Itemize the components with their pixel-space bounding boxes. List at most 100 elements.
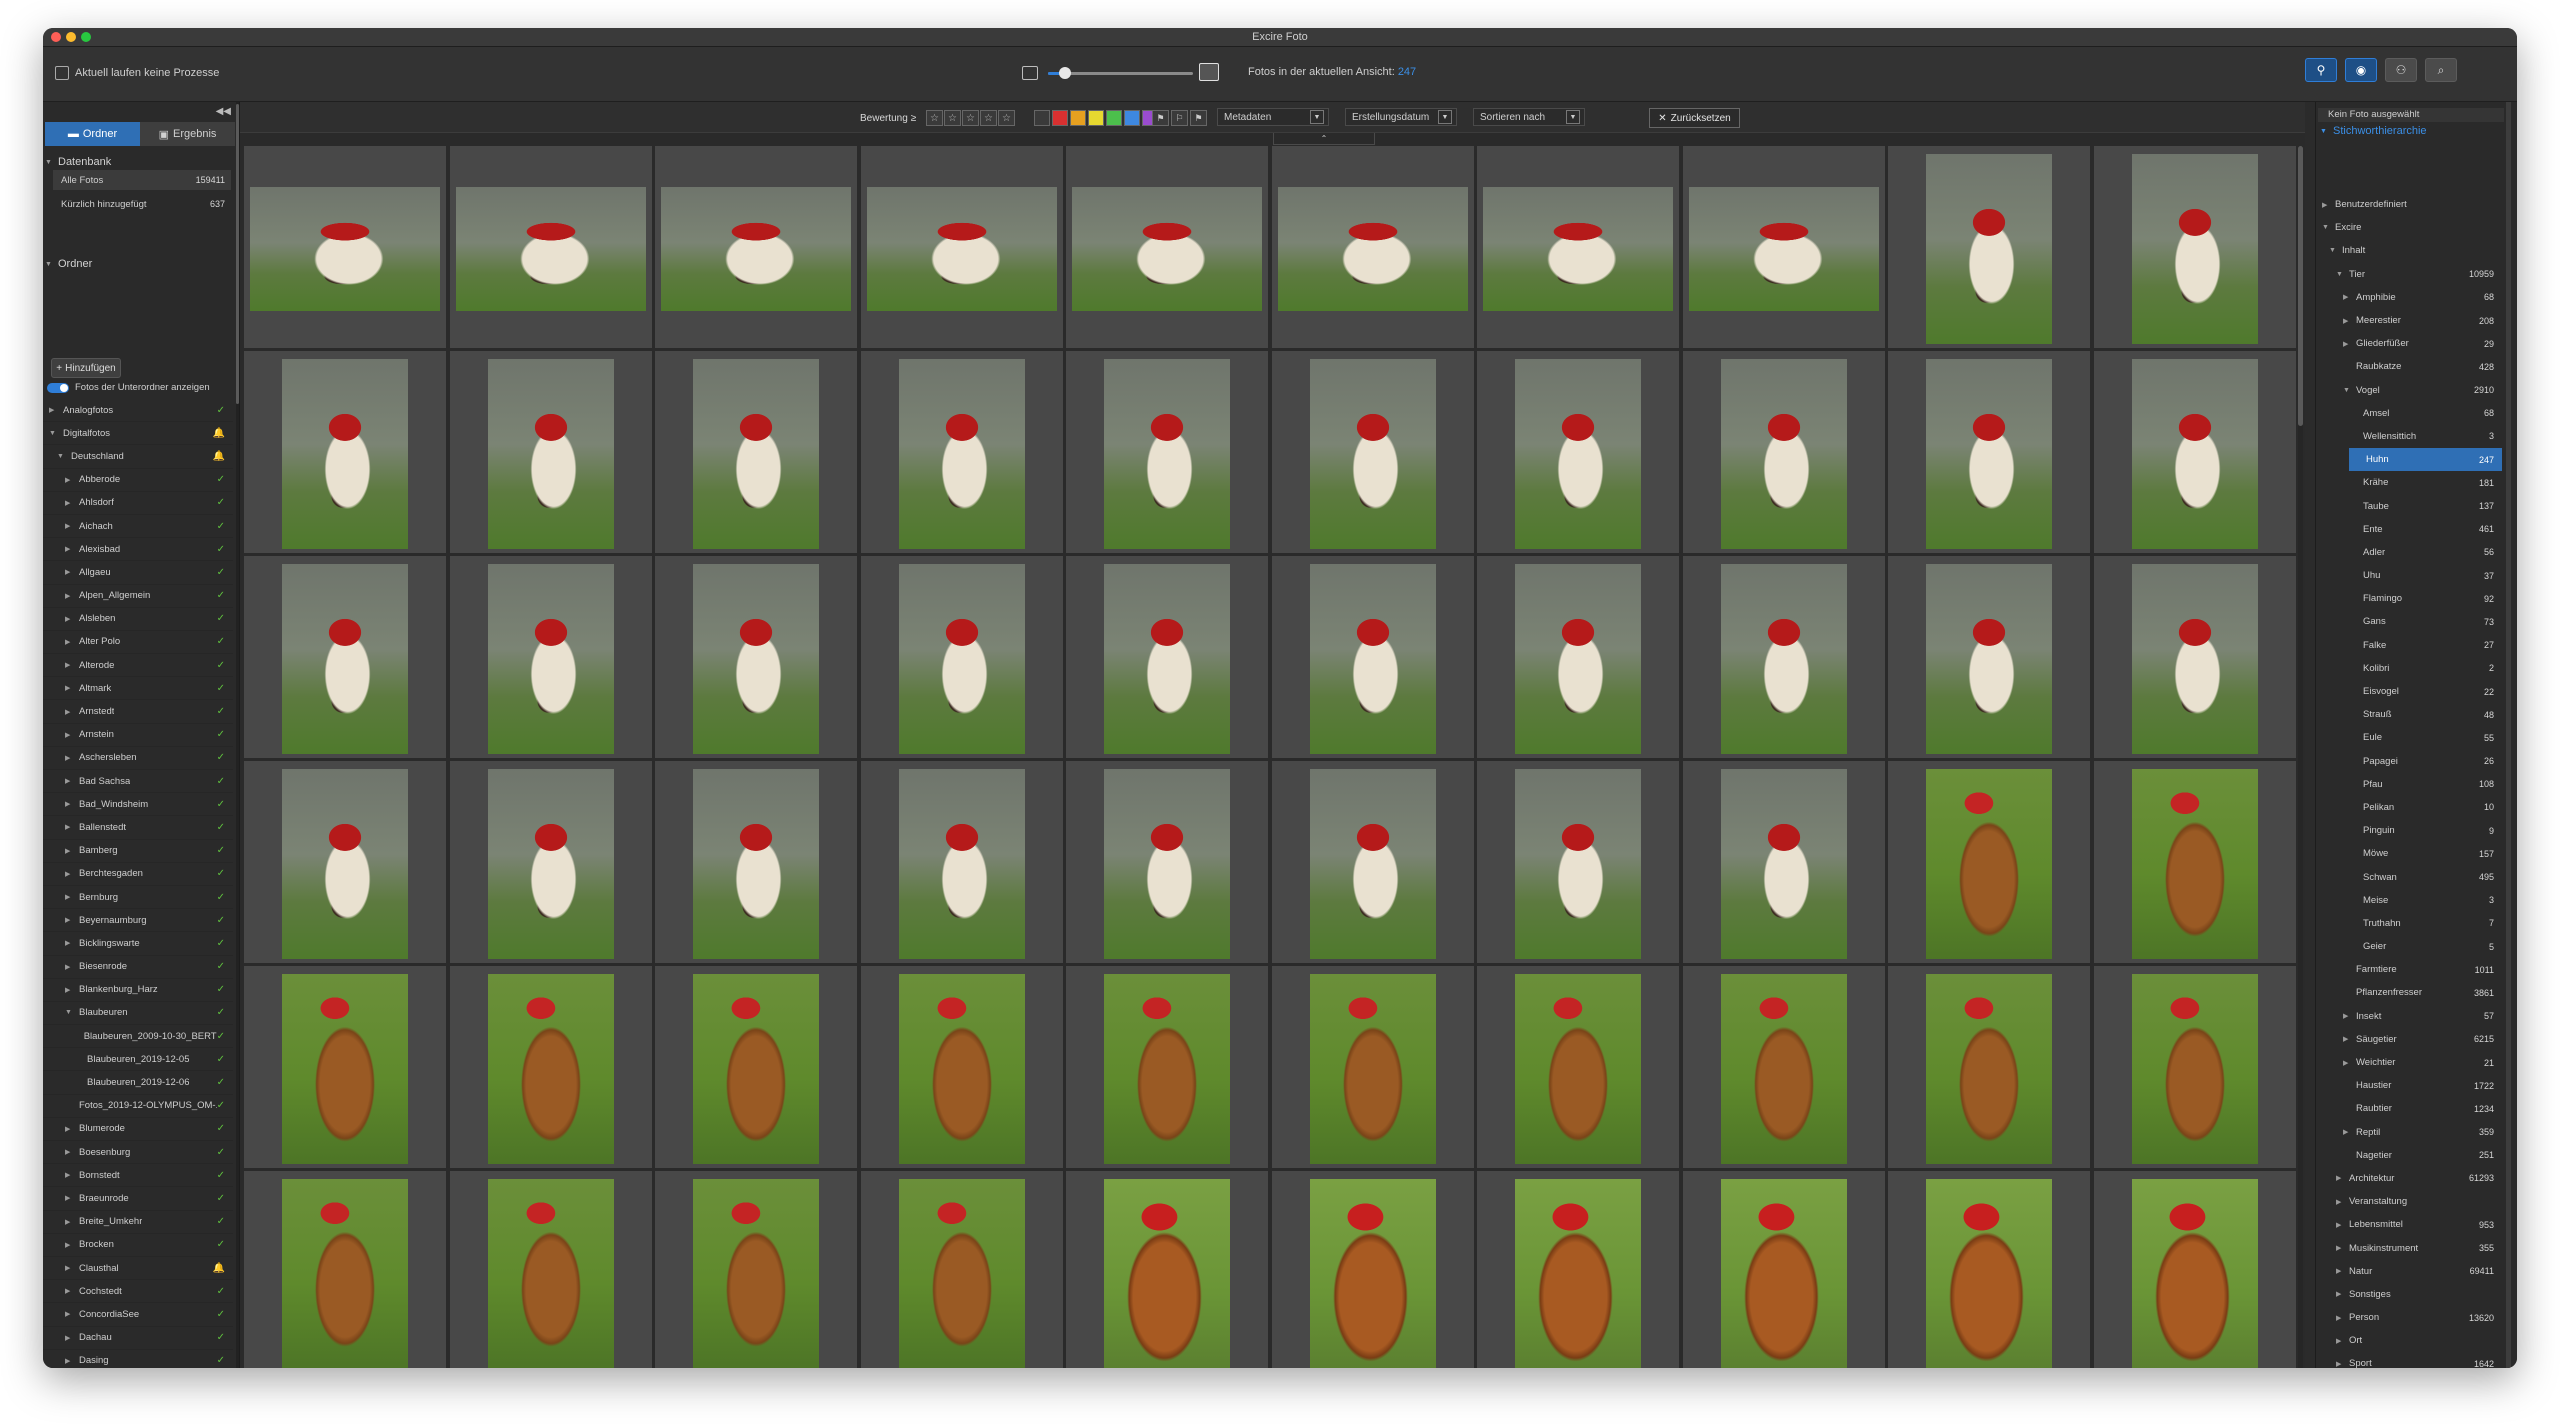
- folder-item[interactable]: ▶ Breite_Umkehr ✓: [43, 1211, 233, 1234]
- folder-item[interactable]: ▶ Berchtesgaden ✓: [43, 863, 233, 886]
- thumbnail-size-slider[interactable]: [1048, 67, 1193, 79]
- expand-triangle-icon[interactable]: ▶: [65, 893, 73, 901]
- expand-triangle-icon[interactable]: ▶: [65, 916, 73, 924]
- photo-thumbnail[interactable]: [1066, 146, 1268, 348]
- folder-item[interactable]: ▶ Ahlsdorf ✓: [43, 492, 233, 515]
- photo-thumbnail[interactable]: [244, 966, 446, 1168]
- keyword-item[interactable]: ▶ Gliederfüßer 29: [2316, 332, 2502, 355]
- photo-thumbnail[interactable]: [449, 146, 652, 348]
- photo-thumbnail[interactable]: [860, 556, 1063, 758]
- expand-triangle-icon[interactable]: ▶: [65, 731, 73, 739]
- expand-triangle-icon[interactable]: ▶: [65, 684, 73, 692]
- photo-thumbnail[interactable]: [1271, 556, 1474, 758]
- photo-thumbnail[interactable]: [655, 146, 857, 348]
- filter-collapse-handle[interactable]: ⌃: [1273, 133, 1375, 145]
- expand-triangle-icon[interactable]: ▶: [65, 800, 73, 808]
- folder-item[interactable]: ▶ Bad_Windsheim ✓: [43, 793, 233, 817]
- keyword-hierarchy-header[interactable]: ▼ Stichworthierarchie: [2320, 125, 2427, 137]
- keyword-item[interactable]: Falke 27: [2316, 634, 2502, 657]
- expand-triangle-icon[interactable]: ▶: [2336, 1221, 2344, 1229]
- folder-item[interactable]: ▶ Alterode ✓: [43, 654, 233, 678]
- thumbnail-large-icon[interactable]: [1199, 63, 1219, 81]
- photo-thumbnail[interactable]: [449, 761, 652, 963]
- folder-item[interactable]: ▶ Brocken ✓: [43, 1234, 233, 1257]
- photo-thumbnail[interactable]: [1271, 966, 1474, 1168]
- expand-triangle-icon[interactable]: ▶: [65, 638, 73, 646]
- tab-ordner[interactable]: ▬ Ordner: [45, 122, 140, 146]
- photo-thumbnail[interactable]: [655, 351, 857, 553]
- folder-item[interactable]: Fotos_2019-12-OLYMPUS_OM-... ✓: [43, 1095, 233, 1118]
- photo-thumbnail[interactable]: [1066, 966, 1268, 1168]
- expand-triangle-icon[interactable]: ▶: [65, 522, 73, 530]
- expand-triangle-icon[interactable]: ▶: [2343, 317, 2351, 325]
- folder-item[interactable]: ▶ Blumerode ✓: [43, 1118, 233, 1141]
- expand-triangle-icon[interactable]: ▶: [2322, 201, 2330, 209]
- keyword-item[interactable]: ▶ Amphibie 68: [2316, 286, 2502, 309]
- expand-triangle-icon[interactable]: ▼: [57, 453, 65, 460]
- photo-thumbnail[interactable]: [1682, 351, 1885, 553]
- star-icon[interactable]: ☆: [962, 110, 979, 126]
- search-button[interactable]: ⌕: [2425, 58, 2457, 82]
- keyword-item[interactable]: Eule 55: [2316, 726, 2502, 749]
- photo-thumbnail[interactable]: [655, 761, 857, 963]
- expand-triangle-icon[interactable]: ▶: [65, 1171, 73, 1179]
- photo-thumbnail[interactable]: [244, 351, 446, 553]
- folder-item[interactable]: ▶ Aschersleben ✓: [43, 747, 233, 770]
- keyword-item[interactable]: ▶ Benutzerdefiniert: [2316, 193, 2502, 216]
- keyword-item[interactable]: ▼ Tier 10959: [2316, 263, 2502, 286]
- photo-thumbnail[interactable]: [1888, 1171, 2090, 1368]
- expand-triangle-icon[interactable]: ▶: [65, 823, 73, 831]
- keyword-item[interactable]: Raubkatze 428: [2316, 355, 2502, 378]
- expand-triangle-icon[interactable]: ▶: [65, 1287, 73, 1295]
- expand-triangle-icon[interactable]: ▶: [65, 777, 73, 785]
- keyword-item[interactable]: Truthahn 7: [2316, 912, 2502, 935]
- star-icon[interactable]: ☆: [926, 110, 943, 126]
- folder-item[interactable]: ▶ Alsleben ✓: [43, 608, 233, 631]
- photo-thumbnail[interactable]: [1271, 351, 1474, 553]
- database-item[interactable]: Kürzlich hinzugefügt 637: [53, 194, 231, 214]
- keyword-item[interactable]: Huhn 247: [2349, 448, 2502, 472]
- folder-item[interactable]: ▶ Bornstedt ✓: [43, 1164, 233, 1188]
- photo-thumbnail[interactable]: [1477, 351, 1679, 553]
- keyword-item[interactable]: Meise 3: [2316, 889, 2502, 912]
- color-swatch[interactable]: [1106, 110, 1122, 126]
- folder-item[interactable]: ▼ Deutschland 🔔: [43, 445, 233, 469]
- keyword-item[interactable]: Papagei 26: [2316, 750, 2502, 773]
- folder-item[interactable]: ▶ Analogfotos ✓: [43, 399, 233, 423]
- keyword-item[interactable]: ▼ Excire: [2316, 216, 2502, 239]
- folder-item[interactable]: ▶ Biesenrode ✓: [43, 956, 233, 979]
- photo-thumbnail[interactable]: [1066, 556, 1268, 758]
- expand-triangle-icon[interactable]: ▶: [2336, 1314, 2344, 1322]
- expand-triangle-icon[interactable]: ▶: [65, 1357, 73, 1365]
- keyword-item[interactable]: Pfau 108: [2316, 773, 2502, 796]
- expand-triangle-icon[interactable]: ▶: [65, 499, 73, 507]
- expand-triangle-icon[interactable]: ▶: [65, 1310, 73, 1318]
- photo-thumbnail[interactable]: [1682, 761, 1885, 963]
- expand-triangle-icon[interactable]: ▼: [2322, 224, 2330, 231]
- keyword-item[interactable]: Amsel 68: [2316, 402, 2502, 425]
- expand-triangle-icon[interactable]: ▶: [2343, 1059, 2351, 1067]
- expand-triangle-icon[interactable]: ▼: [65, 1009, 73, 1016]
- collapse-panel-icon[interactable]: ◀◀: [216, 106, 231, 117]
- left-scrollbar[interactable]: [236, 102, 239, 1368]
- folder-item[interactable]: Blaubeuren_2009-10-30_BERT ✓: [43, 1025, 233, 1049]
- color-swatch[interactable]: [1034, 110, 1050, 126]
- expand-triangle-icon[interactable]: ▶: [65, 1334, 73, 1342]
- photo-thumbnail[interactable]: [1682, 556, 1885, 758]
- date-dropdown[interactable]: Erstellungsdatum ▼: [1345, 108, 1457, 126]
- folder-item[interactable]: ▶ Alexisbad ✓: [43, 538, 233, 562]
- keyword-item[interactable]: Gans 73: [2316, 610, 2502, 633]
- photo-thumbnail[interactable]: [449, 966, 652, 1168]
- keyword-item[interactable]: ▶ Weichtier 21: [2316, 1051, 2502, 1074]
- sort-dropdown[interactable]: Sortieren nach ▼: [1473, 108, 1585, 126]
- photo-thumbnail[interactable]: [1066, 761, 1268, 963]
- expand-triangle-icon[interactable]: ▶: [65, 568, 73, 576]
- keyword-item[interactable]: Pflanzenfresser 3861: [2316, 981, 2502, 1004]
- photo-thumbnail[interactable]: [860, 146, 1063, 348]
- photo-thumbnail[interactable]: [2093, 761, 2296, 963]
- color-swatch[interactable]: [1088, 110, 1104, 126]
- keyword-item[interactable]: Strauß 48: [2316, 703, 2502, 726]
- folder-item[interactable]: ▼ Blaubeuren ✓: [43, 1002, 233, 1026]
- photo-thumbnail[interactable]: [655, 556, 857, 758]
- keyword-item[interactable]: Eisvogel 22: [2316, 680, 2502, 703]
